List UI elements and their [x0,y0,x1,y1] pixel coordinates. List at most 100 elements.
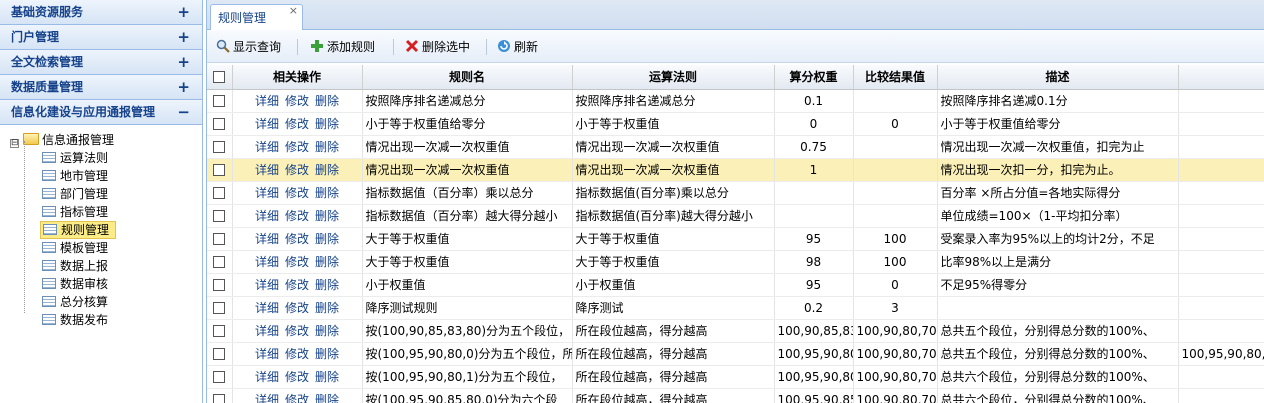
edit-link[interactable]: 修改 [285,232,309,246]
table-row[interactable]: 详细 修改 删除 按(100,95,90,80,0)分为五个段位，所 所在段位越高，得分… [207,342,1264,366]
accordion-header[interactable]: 数据质量管理 + [0,75,202,100]
edit-link[interactable]: 修改 [285,255,309,269]
delete-link[interactable]: 删除 [315,117,339,131]
detail-link[interactable]: 详细 [255,232,279,246]
collapse-icon[interactable]: ⊟ [10,139,19,148]
detail-link[interactable]: 详细 [255,324,279,338]
column-header[interactable]: 相关操作 [232,65,363,90]
tab-rule-management[interactable]: 规则管理 × [210,4,303,31]
detail-link[interactable]: 详细 [255,301,279,315]
delete-link[interactable]: 删除 [315,370,339,384]
detail-link[interactable]: 详细 [255,393,279,403]
tree-item[interactable]: 数据发布 [40,311,116,329]
table-row[interactable]: 详细 修改 删除 按(100,95,90,85,80,0)分为六个段 所在段位越高，得分… [207,388,1264,403]
row-checkbox[interactable] [213,394,226,403]
column-header[interactable]: 规则名 [362,65,573,90]
row-checkbox[interactable] [213,141,226,153]
row-select-cell[interactable] [207,319,233,343]
row-select-cell[interactable] [207,135,233,159]
delete-link[interactable]: 删除 [315,301,339,315]
edit-link[interactable]: 修改 [285,393,309,403]
edit-link[interactable]: 修改 [285,209,309,223]
select-all-checkbox[interactable] [213,71,226,84]
detail-link[interactable]: 详细 [255,370,279,384]
detail-link[interactable]: 详细 [255,186,279,200]
column-header[interactable]: 比较结果值 [853,65,938,90]
table-row[interactable]: 详细 修改 删除 大于等于权重值 大于等于权重值 98 100 比率98%以上是满分 [207,250,1264,274]
show-query-button[interactable]: 显示查询 [215,38,281,56]
detail-link[interactable]: 详细 [255,163,279,177]
column-header[interactable]: 运算法则 [572,65,775,90]
row-checkbox[interactable] [213,325,226,337]
row-select-cell[interactable] [207,250,233,274]
edit-link[interactable]: 修改 [285,324,309,338]
row-select-cell[interactable] [207,204,233,228]
delete-link[interactable]: 删除 [315,186,339,200]
tree-item[interactable]: 地市管理 [40,167,116,185]
row-checkbox[interactable] [213,348,226,360]
edit-link[interactable]: 修改 [285,370,309,384]
delete-link[interactable]: 删除 [315,278,339,292]
table-row[interactable]: 详细 修改 删除 情况出现一次减一次权重值 情况出现一次减一次权重值 1 情况出现一次扣一分… [207,158,1264,182]
table-row[interactable]: 详细 修改 删除 按(100,90,85,83,80)分为五个段位， 所在段位越高，得分… [207,319,1264,343]
accordion-header[interactable]: 全文检索管理 + [0,50,202,75]
tree-item[interactable]: 运算法则 [40,149,116,167]
row-checkbox[interactable] [213,164,226,176]
delete-link[interactable]: 删除 [315,209,339,223]
detail-link[interactable]: 详细 [255,117,279,131]
delete-link[interactable]: 删除 [315,324,339,338]
delete-link[interactable]: 删除 [315,163,339,177]
row-checkbox[interactable] [213,233,226,245]
table-row[interactable]: 详细 修改 删除 指标数据值（百分率）乘以总分 指标数据值(百分率)乘以总分 百分率 ×所… [207,181,1264,205]
row-select-cell[interactable] [207,89,233,113]
table-row[interactable]: 详细 修改 删除 情况出现一次减一次权重值 情况出现一次减一次权重值 0.75 情况出现一次… [207,135,1264,159]
edit-link[interactable]: 修改 [285,347,309,361]
row-checkbox[interactable] [213,95,226,107]
table-row[interactable]: 详细 修改 删除 大于等于权重值 大于等于权重值 95 100 受案录入率为95%以上的均计2… [207,227,1264,251]
row-checkbox[interactable] [213,371,226,383]
row-select-cell[interactable] [207,296,233,320]
delete-link[interactable]: 删除 [315,255,339,269]
row-checkbox[interactable] [213,210,226,222]
detail-link[interactable]: 详细 [255,278,279,292]
row-checkbox[interactable] [213,118,226,130]
accordion-header[interactable]: 门户管理 + [0,25,202,50]
detail-link[interactable]: 详细 [255,255,279,269]
edit-link[interactable]: 修改 [285,117,309,131]
row-select-cell[interactable] [207,342,233,366]
row-select-cell[interactable] [207,273,233,297]
edit-link[interactable]: 修改 [285,301,309,315]
edit-link[interactable]: 修改 [285,163,309,177]
row-select-cell[interactable] [207,181,233,205]
detail-link[interactable]: 详细 [255,209,279,223]
edit-link[interactable]: 修改 [285,94,309,108]
close-icon[interactable]: × [289,0,298,24]
row-select-cell[interactable] [207,365,233,389]
table-row[interactable]: 详细 修改 删除 指标数据值（百分率）越大得分越小 指标数据值(百分率)越大得分越小 单位… [207,204,1264,228]
table-row[interactable]: 详细 修改 删除 按照降序排名递减总分 按照降序排名递减总分 0.1 按照降序排名递减0.1… [207,89,1264,113]
detail-link[interactable]: 详细 [255,347,279,361]
column-header[interactable]: 算分权重 [774,65,854,90]
expand-icon[interactable]: + [177,25,190,49]
delete-link[interactable]: 删除 [315,232,339,246]
row-checkbox[interactable] [213,302,226,314]
tree-item[interactable]: 指标管理 [40,203,116,221]
accordion-header[interactable]: 信息化建设与应用通报管理 − [0,100,202,125]
tree-item[interactable]: 总分核算 [40,293,116,311]
table-row[interactable]: 详细 修改 删除 按(100,95,90,80,1)分为五个段位， 所在段位越高，得分越… [207,365,1264,389]
row-checkbox[interactable] [213,187,226,199]
detail-link[interactable]: 详细 [255,140,279,154]
tree-item[interactable]: 数据上报 [40,257,116,275]
accordion-header[interactable]: 基础资源服务 + [0,0,202,25]
tree-item[interactable]: 模板管理 [40,239,116,257]
row-select-cell[interactable] [207,112,233,136]
row-select-cell[interactable] [207,388,233,403]
tree-item[interactable]: 数据审核 [40,275,116,293]
edit-link[interactable]: 修改 [285,140,309,154]
add-rule-button[interactable]: 添加规则 [309,38,375,56]
expand-icon[interactable]: + [177,75,190,99]
delete-link[interactable]: 删除 [315,393,339,403]
row-select-cell[interactable] [207,227,233,251]
collapse-icon[interactable]: − [177,100,190,124]
row-select-cell[interactable] [207,158,233,182]
